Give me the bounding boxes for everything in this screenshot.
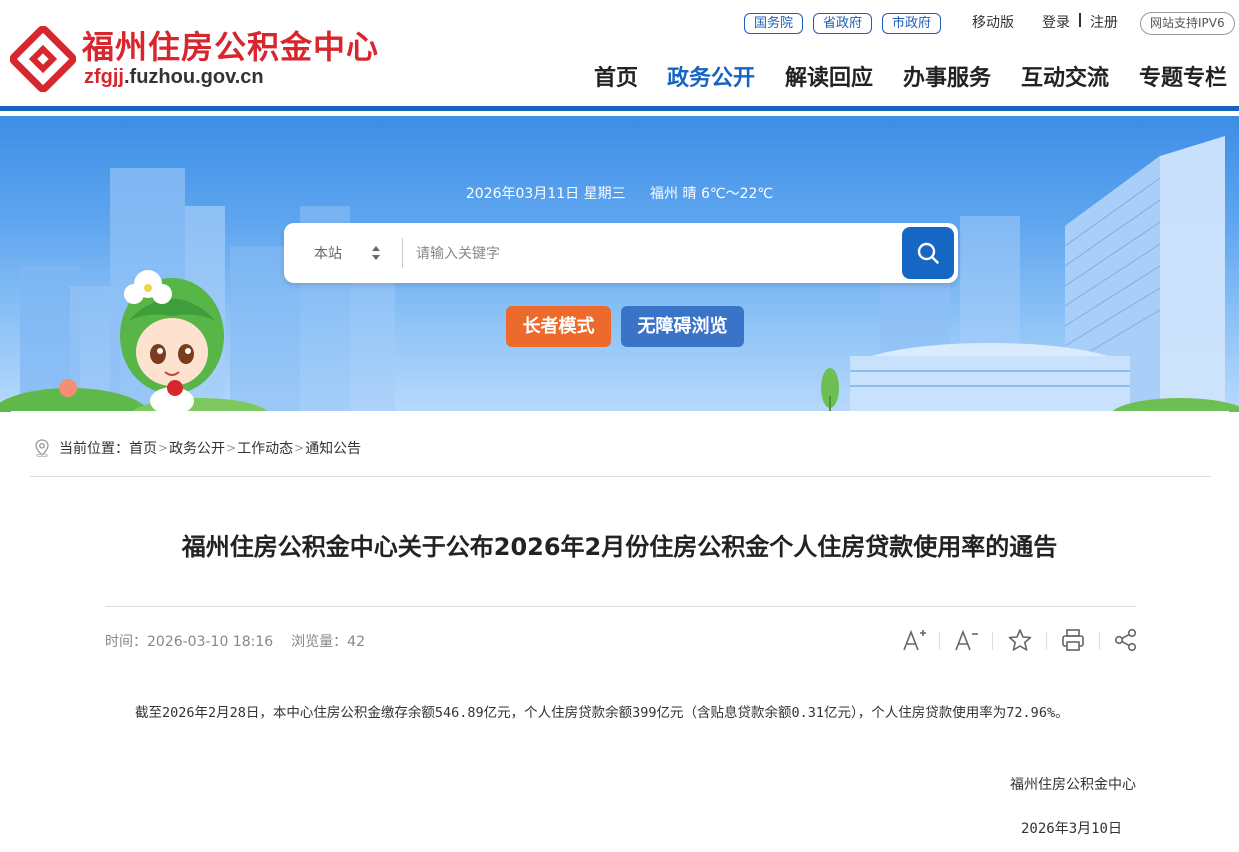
login-link[interactable]: 登录: [1042, 12, 1070, 32]
logo-icon[interactable]: [10, 26, 76, 92]
search-button[interactable]: [902, 227, 954, 279]
star-icon[interactable]: [1006, 626, 1034, 654]
search-scope-select[interactable]: 本站: [314, 243, 342, 263]
login-register-divider: [1079, 13, 1081, 27]
nav-home[interactable]: 首页: [594, 60, 638, 92]
nav-government-affairs[interactable]: 政务公开: [667, 60, 755, 92]
article-sign-date: 2026年3月10日: [1020, 821, 1122, 837]
register-link[interactable]: 注册: [1090, 12, 1118, 32]
breadcrumb-home[interactable]: 首页: [129, 438, 157, 458]
hero-banner: 2026年03月11日 星期三 福州 晴 6℃～22℃ 本站 长者模式 无障碍浏…: [0, 116, 1239, 412]
article-body: 截至2026年2月28日，本中心住房公积金缴存余额546.89亿元，个人住房贷款…: [135, 705, 1069, 721]
breadcrumb-prefix: 当前位置：: [59, 441, 129, 457]
breadcrumb-separator: >: [158, 441, 169, 455]
link-state-council[interactable]: 国务院: [744, 12, 804, 34]
accessible-mode-button[interactable]: 无障碍浏览: [621, 306, 744, 347]
breadcrumb-divider: [30, 476, 1211, 477]
tool-divider: [1099, 632, 1100, 650]
search-bar: 本站: [284, 223, 958, 283]
breadcrumb-government-affairs[interactable]: 政务公开: [169, 438, 225, 458]
share-icon[interactable]: [1112, 626, 1140, 654]
tool-divider: [992, 632, 993, 650]
nav-interpretation[interactable]: 解读回应: [785, 60, 873, 92]
breadcrumb: 当前位置： 首页 > 政务公开 > 工作动态 > 通知公告: [34, 438, 361, 458]
site-domain: zfgjj.fuzhou.gov.cn: [84, 66, 264, 88]
nav-interaction[interactable]: 互动交流: [1021, 60, 1109, 92]
search-icon: [917, 242, 939, 264]
site-title[interactable]: 福州住房公积金中心: [82, 22, 379, 68]
article-meta: 时间：2026-03-10 18:16 浏览量：42: [105, 631, 365, 651]
location-pin-icon: [35, 439, 49, 457]
elder-mode-button[interactable]: 长者模式: [506, 306, 611, 347]
mobile-version-link[interactable]: 移动版: [972, 12, 1014, 32]
date-weather-line: 2026年03月11日 星期三 福州 晴 6℃～22℃: [0, 183, 1239, 203]
time-label: 时间：: [105, 634, 147, 650]
nav-special-topics[interactable]: 专题专栏: [1139, 60, 1227, 92]
title-divider: [105, 606, 1136, 607]
nav-services[interactable]: 办事服务: [903, 60, 991, 92]
font-increase-icon[interactable]: [900, 626, 928, 654]
views-label: 浏览量：: [291, 634, 348, 650]
font-decrease-icon[interactable]: [952, 626, 980, 654]
publish-time: 2026-03-10 18:16: [147, 634, 274, 650]
view-count: 42: [347, 634, 365, 650]
print-icon[interactable]: [1059, 626, 1087, 654]
breadcrumb-work-news[interactable]: 工作动态: [237, 438, 293, 458]
current-date: 2026年03月11日 星期三: [465, 186, 626, 202]
site-header: 福州住房公积金中心 zfgjj.fuzhou.gov.cn 国务院 省政府 市政…: [0, 0, 1239, 111]
ipv6-badge: 网站支持IPV6: [1140, 12, 1235, 35]
gov-links: 国务院 省政府 市政府: [744, 11, 951, 35]
breadcrumb-separator: >: [294, 441, 305, 455]
search-divider: [402, 238, 403, 268]
up-down-arrows-icon[interactable]: [371, 245, 381, 261]
tool-divider: [939, 632, 940, 650]
tool-divider: [1046, 632, 1047, 650]
weather-info: 福州 晴 6℃～22℃: [650, 186, 774, 202]
link-province-gov[interactable]: 省政府: [813, 12, 873, 34]
search-input[interactable]: [416, 239, 886, 267]
link-city-gov[interactable]: 市政府: [882, 12, 942, 34]
breadcrumb-notices[interactable]: 通知公告: [305, 438, 361, 458]
article-title: 福州住房公积金中心关于公布2026年2月份住房公积金个人住房贷款使用率的通告: [181, 533, 1058, 561]
article-signature: 福州住房公积金中心: [1010, 777, 1136, 793]
breadcrumb-separator: >: [226, 441, 237, 455]
